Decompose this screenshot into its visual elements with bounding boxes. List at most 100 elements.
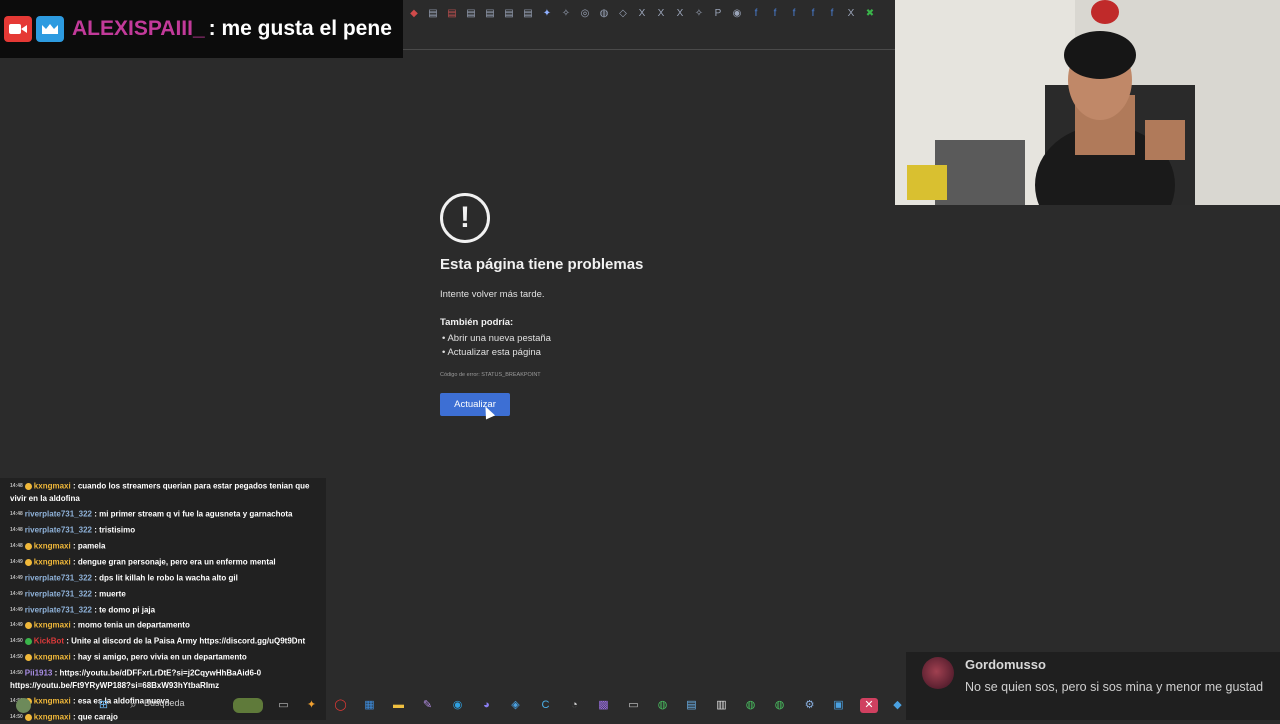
search-label: Búsqueda	[144, 698, 185, 708]
bot-badge-icon	[24, 637, 32, 645]
badge-icon	[24, 482, 32, 490]
chat-message: 14:49 riverplate731_322 : dps lit killah …	[10, 573, 238, 583]
alert-banner: ALEXISPAIII_: me gusta el pene	[0, 0, 403, 58]
edge-icon[interactable]: ◉	[450, 698, 465, 713]
bookmark-icon[interactable]: ◉	[730, 7, 744, 21]
alert-message: : me gusta el pene	[208, 17, 392, 40]
bookmark-icon[interactable]: P	[711, 7, 725, 21]
app-icon[interactable]: ◆	[890, 698, 905, 713]
camera-icon	[4, 16, 32, 42]
chat-message: 14:49 riverplate731_322 : muerte	[10, 589, 126, 599]
search-highlight-icon[interactable]	[233, 698, 263, 713]
webcam-feed	[895, 0, 1280, 205]
chat-username[interactable]: riverplate731_322	[25, 605, 92, 614]
discord-icon[interactable]: ◕	[479, 698, 494, 713]
chat-username[interactable]: kxngmaxi	[34, 481, 71, 490]
settings-icon[interactable]: ⚙	[802, 698, 817, 713]
chrome-icon[interactable]: ◍	[655, 698, 670, 713]
chat-username[interactable]: Pii1913	[25, 668, 53, 677]
app-icon[interactable]: ▩	[596, 698, 611, 713]
app-icon[interactable]: ✦	[304, 698, 319, 713]
chat-text: : tristisimo	[94, 525, 136, 535]
chat-text: : muerte	[94, 589, 126, 599]
avatar	[922, 657, 954, 689]
bookmark-icon[interactable]: ✧	[559, 7, 573, 21]
taskbar: ⊞ ⌕ Búsqueda ▭ ✦ ◯ ▦ ▬ ✎ ◉ ◕ ◈ C ◔ ▩ ▭ ◍…	[0, 690, 906, 720]
bookmark-icon[interactable]: ◎	[578, 7, 592, 21]
bookmark-icon[interactable]: ▤	[521, 7, 535, 21]
chrome-icon[interactable]: ◍	[772, 698, 787, 713]
error-subtitle: Intente volver más tarde.	[440, 289, 545, 300]
app-icon[interactable]: ▣	[831, 698, 846, 713]
bookmark-icon[interactable]: ▤	[502, 7, 516, 21]
chat-message: 14:48 kxngmaxi : pamela	[10, 541, 106, 551]
chat-username[interactable]: kxngmaxi	[34, 652, 71, 661]
feather-icon[interactable]: ✎	[420, 698, 435, 713]
error-code: Código de error: STATUS_BREAKPOINT	[440, 372, 541, 378]
facebook-bookmark-icon[interactable]: f	[749, 7, 763, 21]
chat-username[interactable]: kxngmaxi	[34, 557, 71, 566]
bookmark-icon[interactable]: ✧	[692, 7, 706, 21]
chat-message: 14:49 kxngmaxi : momo tenia un departamen…	[10, 620, 190, 630]
chat-text: : Unite al discord de la Paisa Army http…	[66, 636, 306, 646]
bookmark-icon[interactable]: ◍	[597, 7, 611, 21]
chat-text: : dengue gran personaje, pero era un enf…	[72, 557, 276, 567]
suggestions-list: Abrir una nueva pestaña Actualizar esta …	[442, 332, 551, 360]
store-icon[interactable]: ▦	[362, 698, 377, 713]
chat-text: : momo tenia un departamento	[72, 620, 190, 630]
bookmark-icon[interactable]: ▤	[483, 7, 497, 21]
facebook-bookmark-icon[interactable]: f	[806, 7, 820, 21]
chrome-icon[interactable]: ◍	[743, 698, 758, 713]
chat-username[interactable]: kxngmaxi	[34, 621, 71, 630]
chat-text: : te domo pi jaja	[94, 604, 156, 614]
bookmark-icon[interactable]: ✦	[540, 7, 554, 21]
chat-username[interactable]: riverplate731_322	[25, 510, 92, 519]
suggestions-heading: También podría:	[440, 317, 514, 328]
chat-message: 14:48 riverplate731_322 : tristisimo	[10, 525, 136, 535]
app-icon[interactable]: ▥	[714, 698, 729, 713]
x-bookmark-icon[interactable]: X	[844, 7, 858, 21]
bookmark-icon[interactable]: ✖	[863, 7, 877, 21]
chat-username[interactable]: riverplate731_322	[25, 526, 92, 535]
chat-message: 14:50 kxngmaxi : hay si amigo, pero vivia…	[10, 652, 247, 662]
browser-toolbar	[403, 28, 895, 50]
folder-icon[interactable]: ▬	[391, 698, 406, 713]
chat-message: 14:50 Pii1913 : https://youtu.be/dDFFxrLr…	[10, 668, 262, 690]
x-bookmark-icon[interactable]: X	[635, 7, 649, 21]
donation-message: No se quien sos, pero si sos mina y meno…	[965, 680, 1264, 694]
chat-message: 14:49 kxngmaxi : dengue gran personaje, p…	[10, 557, 276, 567]
donor-name: Gordomusso	[965, 657, 1046, 672]
x-bookmark-icon[interactable]: X	[654, 7, 668, 21]
x-bookmark-icon[interactable]: X	[673, 7, 687, 21]
chat-username[interactable]: KickBot	[34, 637, 64, 646]
task-view-icon[interactable]: ▭	[276, 698, 291, 713]
chat-username[interactable]: kxngmaxi	[34, 541, 71, 550]
bookmarks-bar: ◆ ▤ ▤ ▤ ▤ ▤ ▤ ✦ ✧ ◎ ◍ ◇ X X X ✧ P ◉ f f …	[403, 0, 895, 28]
error-icon: !	[440, 193, 490, 243]
terminal-icon[interactable]: ▭	[626, 698, 641, 713]
error-title: Esta página tiene problemas	[440, 256, 644, 273]
weather-icon[interactable]	[16, 698, 31, 713]
app-icon[interactable]: ◔	[567, 698, 582, 713]
bookmark-icon[interactable]: ◇	[616, 7, 630, 21]
notepad-icon[interactable]: ▤	[684, 698, 699, 713]
vscode-icon[interactable]: ◈	[508, 698, 523, 713]
facebook-bookmark-icon[interactable]: f	[787, 7, 801, 21]
bookmark-icon[interactable]: ▤	[464, 7, 478, 21]
crown-icon	[36, 16, 64, 42]
chat-username[interactable]: riverplate731_322	[25, 589, 92, 598]
app-icon[interactable]: C	[538, 698, 553, 713]
chat-text: : pamela	[72, 541, 106, 551]
chat-username[interactable]: riverplate731_322	[25, 573, 92, 582]
windows-start-icon[interactable]: ⊞	[96, 698, 111, 713]
facebook-bookmark-icon[interactable]: f	[825, 7, 839, 21]
facebook-bookmark-icon[interactable]: f	[768, 7, 782, 21]
opera-icon[interactable]: ◯	[333, 698, 348, 713]
bookmark-icon[interactable]: ◆	[407, 7, 421, 21]
chat-text: : dps lit killah le robo la wacha alto g…	[94, 573, 238, 583]
bookmark-icon[interactable]: ▤	[426, 7, 440, 21]
app-icon[interactable]: ✕	[860, 698, 878, 713]
badge-icon	[24, 542, 32, 550]
bookmark-icon[interactable]: ▤	[445, 7, 459, 21]
reload-button[interactable]: Actualizar	[440, 393, 510, 416]
